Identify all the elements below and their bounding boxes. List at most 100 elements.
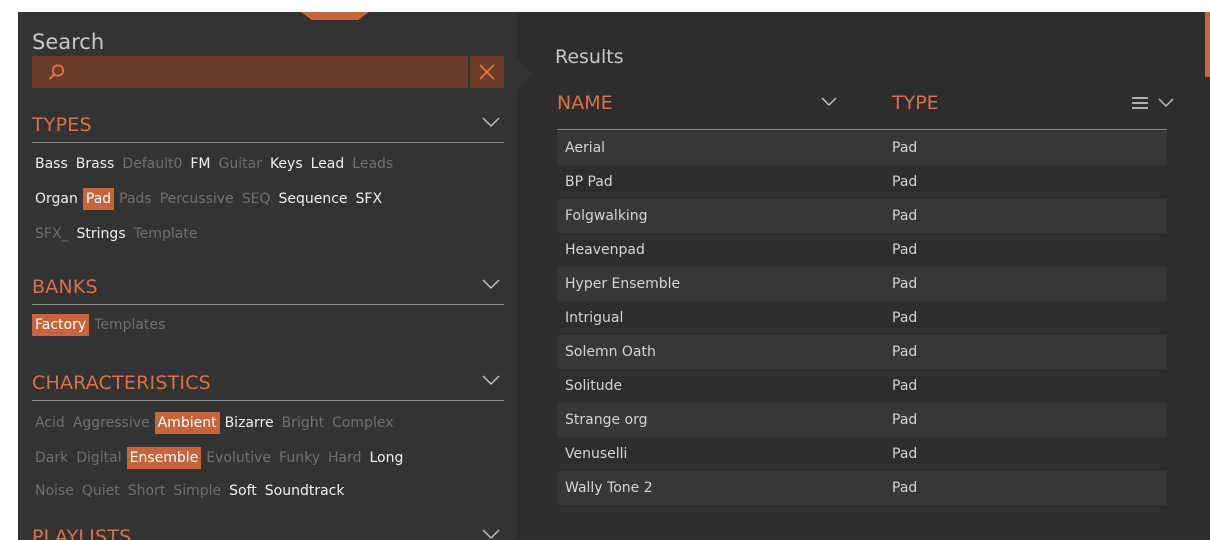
tag-soft[interactable]: Soft — [226, 480, 260, 502]
preset-name: Folgwalking — [565, 208, 648, 224]
preset-browser: Search TYPES Bass Brass Default0 FM Guitar Ke… — [0, 0, 1210, 540]
preset-type: Pad — [892, 480, 918, 496]
tag-default0[interactable]: Default0 — [119, 153, 185, 175]
tag-long[interactable]: Long — [367, 447, 407, 469]
tag-strings[interactable]: Strings — [74, 223, 129, 245]
preset-type: Pad — [892, 276, 918, 292]
preset-name: Intrigual — [565, 310, 624, 326]
tag-complex[interactable]: Complex — [329, 412, 396, 434]
search-input[interactable] — [76, 60, 460, 86]
results-panel: Results NAME TYPE Aerial Pad BP Pad Pad Folg… — [517, 12, 1210, 540]
tag-percussive[interactable]: Percussive — [157, 188, 237, 210]
table-row[interactable]: Intrigual Pad — [557, 301, 1167, 335]
tag-lead[interactable]: Lead — [308, 153, 348, 175]
tag-soundtrack[interactable]: Soundtrack — [262, 480, 348, 502]
tag-bright[interactable]: Bright — [279, 412, 328, 434]
preset-type: Pad — [892, 174, 918, 190]
preset-name: Venuselli — [565, 446, 628, 462]
results-header-divider — [557, 129, 1167, 130]
tag-organ[interactable]: Organ — [32, 188, 81, 210]
chevron-down-icon[interactable] — [482, 374, 500, 386]
chevron-down-icon[interactable] — [482, 116, 500, 128]
types-title: TYPES — [32, 114, 92, 136]
tag-brass[interactable]: Brass — [73, 153, 118, 175]
tag-sfx[interactable]: SFX_ — [32, 223, 72, 245]
table-row[interactable]: Solemn Oath Pad — [557, 335, 1167, 369]
tag-pads[interactable]: Pads — [116, 188, 155, 210]
tag-seq[interactable]: SEQ — [239, 188, 274, 210]
preset-name: Aerial — [565, 140, 606, 156]
preset-type: Pad — [892, 310, 918, 326]
table-row[interactable]: Strange org Pad — [557, 403, 1167, 437]
panel-tab-marker — [301, 12, 369, 20]
table-row[interactable]: Wally Tone 2 Pad — [557, 471, 1167, 505]
tag-leads[interactable]: Leads — [349, 153, 396, 175]
tag-hard[interactable]: Hard — [325, 447, 365, 469]
preset-type: Pad — [892, 242, 918, 258]
search-panel: Search TYPES Bass Brass Default0 FM Guitar Ke… — [18, 12, 517, 540]
tag-ensemble[interactable]: Ensemble — [126, 447, 202, 469]
preset-name: Hyper Ensemble — [565, 276, 681, 292]
panel-pointer — [517, 58, 533, 90]
preset-type: Pad — [892, 344, 918, 360]
types-section-header[interactable]: TYPES — [32, 114, 504, 143]
playlists-section-header[interactable]: PLAYLISTS — [32, 526, 504, 540]
characteristics-title: CHARACTERISTICS — [32, 372, 211, 394]
preset-name: Solemn Oath — [565, 344, 656, 360]
hamburger-menu-icon[interactable] — [1132, 96, 1176, 110]
table-row[interactable]: Aerial Pad — [557, 131, 1167, 165]
chevron-down-icon[interactable] — [482, 528, 500, 540]
table-row[interactable]: BP Pad Pad — [557, 165, 1167, 199]
search-icon — [49, 64, 65, 80]
tag-fm[interactable]: FM — [187, 153, 213, 175]
banks-title: BANKS — [32, 276, 98, 298]
tag-dark[interactable]: Dark — [32, 447, 71, 469]
preset-type: Pad — [892, 446, 918, 462]
tag-sfx[interactable]: SFX — [353, 188, 386, 210]
search-title: Search — [32, 30, 105, 54]
tag-evolutive[interactable]: Evolutive — [203, 447, 274, 469]
tag-bass[interactable]: Bass — [32, 153, 71, 175]
tag-pad[interactable]: Pad — [82, 188, 115, 210]
tag-simple[interactable]: Simple — [170, 480, 224, 502]
table-row[interactable]: Venuselli Pad — [557, 437, 1167, 471]
clear-search-button[interactable] — [470, 56, 504, 88]
playlists-title: PLAYLISTS — [32, 526, 132, 540]
results-title: Results — [555, 46, 624, 68]
tag-bizarre[interactable]: Bizarre — [222, 412, 277, 434]
preset-name: Wally Tone 2 — [565, 480, 653, 496]
search-field[interactable] — [32, 56, 468, 88]
tag-digital[interactable]: Digital — [73, 447, 124, 469]
table-row[interactable]: Solitude Pad — [557, 369, 1167, 403]
sort-chevron-down-icon[interactable] — [821, 96, 837, 107]
preset-name: BP Pad — [565, 174, 613, 190]
table-row[interactable]: Folgwalking Pad — [557, 199, 1167, 233]
tag-factory[interactable]: Factory — [32, 314, 90, 336]
tag-ambient[interactable]: Ambient — [154, 412, 220, 434]
results-table: Aerial Pad BP Pad Pad Folgwalking Pad Heavenpa… — [557, 131, 1167, 505]
chevron-down-icon[interactable] — [482, 278, 500, 290]
preset-type: Pad — [892, 378, 918, 394]
tag-keys[interactable]: Keys — [267, 153, 306, 175]
tag-noise[interactable]: Noise — [32, 480, 77, 502]
characteristics-section-header[interactable]: CHARACTERISTICS — [32, 372, 504, 401]
preset-type: Pad — [892, 140, 918, 156]
tag-acid[interactable]: Acid — [32, 412, 68, 434]
column-header-type[interactable]: TYPE — [892, 92, 939, 114]
column-header-name[interactable]: NAME — [557, 92, 613, 114]
tag-aggressive[interactable]: Aggressive — [70, 412, 153, 434]
table-row[interactable]: Hyper Ensemble Pad — [557, 267, 1167, 301]
banks-section-header[interactable]: BANKS — [32, 276, 504, 305]
preset-name: Heavenpad — [565, 242, 645, 258]
tag-short[interactable]: Short — [125, 480, 169, 502]
panel-edge-accent — [1205, 12, 1210, 77]
tag-templates[interactable]: Templates — [91, 314, 168, 336]
tag-guitar[interactable]: Guitar — [216, 153, 265, 175]
tag-sequence[interactable]: Sequence — [275, 188, 350, 210]
preset-type: Pad — [892, 208, 918, 224]
table-row[interactable]: Heavenpad Pad — [557, 233, 1167, 267]
tag-quiet[interactable]: Quiet — [79, 480, 123, 502]
tag-funky[interactable]: Funky — [276, 447, 323, 469]
tag-template[interactable]: Template — [131, 223, 201, 245]
preset-type: Pad — [892, 412, 918, 428]
